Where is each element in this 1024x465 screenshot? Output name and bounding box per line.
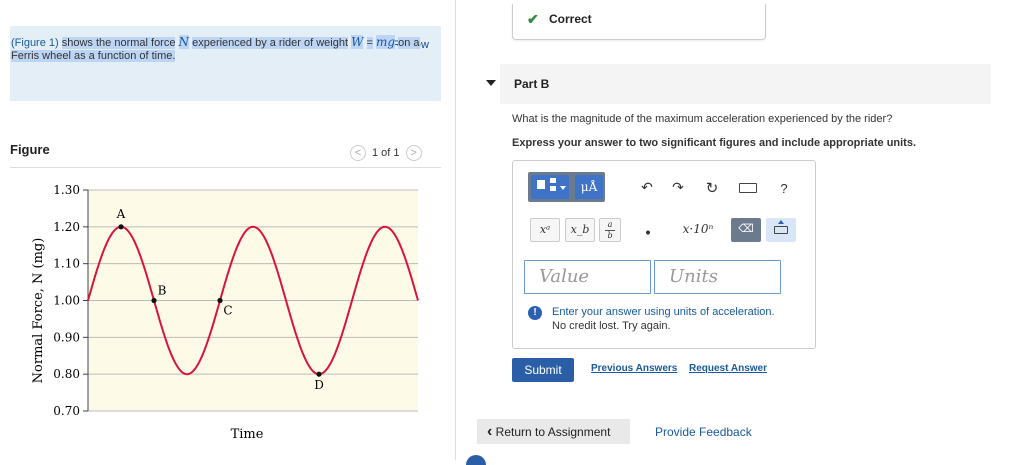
feedback-message: Enter your answer using units of acceler… <box>552 306 775 318</box>
scientific-notation-button[interactable]: x·10ⁿ <box>673 218 723 242</box>
keyboard-toggle-button[interactable] <box>766 218 796 242</box>
feedback-credit-note: No credit lost. Try again. <box>552 320 671 332</box>
fraction-top: a <box>607 220 613 229</box>
submit-button[interactable]: Submit <box>512 358 574 382</box>
checkmark-icon: ✔ <box>527 11 539 27</box>
figure-page-count: 1 of 1 <box>372 147 400 159</box>
units-input[interactable]: Units <box>654 260 781 294</box>
y-axis-ticks: 1.30 1.20 1.10 1.00 0.90 0.80 0.70 <box>53 183 88 418</box>
provide-feedback-link[interactable]: Provide Feedback <box>655 425 752 439</box>
var-n: N <box>178 35 190 49</box>
var-w: W <box>351 35 364 49</box>
point-label-b: B <box>158 284 167 298</box>
alert-icon: ! <box>528 306 542 320</box>
y-tick-label: 1.00 <box>53 294 80 308</box>
keyboard-icon[interactable] <box>739 183 757 193</box>
previous-answers-link[interactable]: Previous Answers <box>591 363 677 374</box>
reset-icon[interactable]: ↻ <box>703 179 721 197</box>
point-d <box>316 371 322 377</box>
instruction-text: Express your answer to two significant f… <box>512 137 917 149</box>
y-tick-label: 1.20 <box>53 220 80 234</box>
answer-editor: μÅ ↶ ↷ ↻ ? xᵃ x_b a b • x·10ⁿ ⌫ Value Un… <box>512 160 816 349</box>
scroll-indicator[interactable] <box>466 455 486 465</box>
redo-icon[interactable]: ↷ <box>669 179 687 196</box>
collapse-caret-icon[interactable] <box>486 80 496 86</box>
x-axis-label: Time <box>231 427 264 442</box>
next-figure-button[interactable]: > <box>405 145 422 161</box>
y-tick-label: 0.70 <box>53 404 80 418</box>
delete-icon[interactable]: ⌫ <box>731 218 761 242</box>
point-label-c: C <box>223 304 232 318</box>
units-button[interactable]: μÅ <box>575 175 603 199</box>
point-a <box>118 224 124 230</box>
part-b-title: Part B <box>514 77 550 91</box>
value-input[interactable]: Value <box>524 260 651 294</box>
correct-label: Correct <box>549 12 592 26</box>
point-label-d: D <box>314 378 324 392</box>
chevron-left-icon: ‹ <box>487 423 493 440</box>
part-a-status: ✔ Correct <box>512 4 766 40</box>
fraction-button[interactable]: a b <box>599 218 621 242</box>
point-b <box>151 297 157 304</box>
figure-link[interactable]: (Figure 1) <box>11 37 59 49</box>
y-tick-label: 1.10 <box>53 257 80 271</box>
y-tick-label: 0.80 <box>53 367 80 381</box>
part-b-header[interactable]: Part B <box>500 64 991 104</box>
multiply-dot-button[interactable]: • <box>640 223 656 247</box>
question-text: What is the magnitude of the maximum acc… <box>512 113 893 125</box>
problem-text: (Figure 1) shows the normal force N expe… <box>11 35 429 63</box>
return-to-assignment-button[interactable]: ‹ Return to Assignment <box>477 419 630 444</box>
normal-force-chart: 1.30 1.20 1.10 1.00 0.90 0.80 0.70 A B C D Time N… <box>31 183 419 442</box>
figure-pager: < 1 of 1 > <box>350 145 422 161</box>
superscript-button[interactable]: xᵃ <box>530 218 560 242</box>
return-label: Return to Assignment <box>495 425 611 439</box>
divider <box>10 167 441 168</box>
figure-heading: Figure <box>10 142 50 157</box>
point-label-a: A <box>116 207 126 221</box>
subscript-button[interactable]: x_b <box>565 218 595 242</box>
prev-figure-button[interactable]: < <box>350 145 366 161</box>
point-c <box>217 297 223 304</box>
y-tick-label: 0.90 <box>53 330 80 344</box>
y-tick-label: 1.30 <box>53 183 80 197</box>
problem-text-part1: shows the normal force <box>61 37 176 49</box>
help-icon[interactable]: ? <box>775 181 793 196</box>
var-mg: mg <box>376 35 396 49</box>
equals-sign: = <box>366 37 373 49</box>
y-axis-label: Normal Force, N (mg) <box>31 238 46 384</box>
panel-divider <box>455 0 456 460</box>
templates-button[interactable] <box>531 175 569 199</box>
request-answer-link[interactable]: Request Answer <box>689 363 767 374</box>
fraction-bottom: b <box>605 230 615 241</box>
problem-text-part2: experienced by a rider of weight <box>192 37 349 49</box>
undo-icon[interactable]: ↶ <box>638 179 656 196</box>
